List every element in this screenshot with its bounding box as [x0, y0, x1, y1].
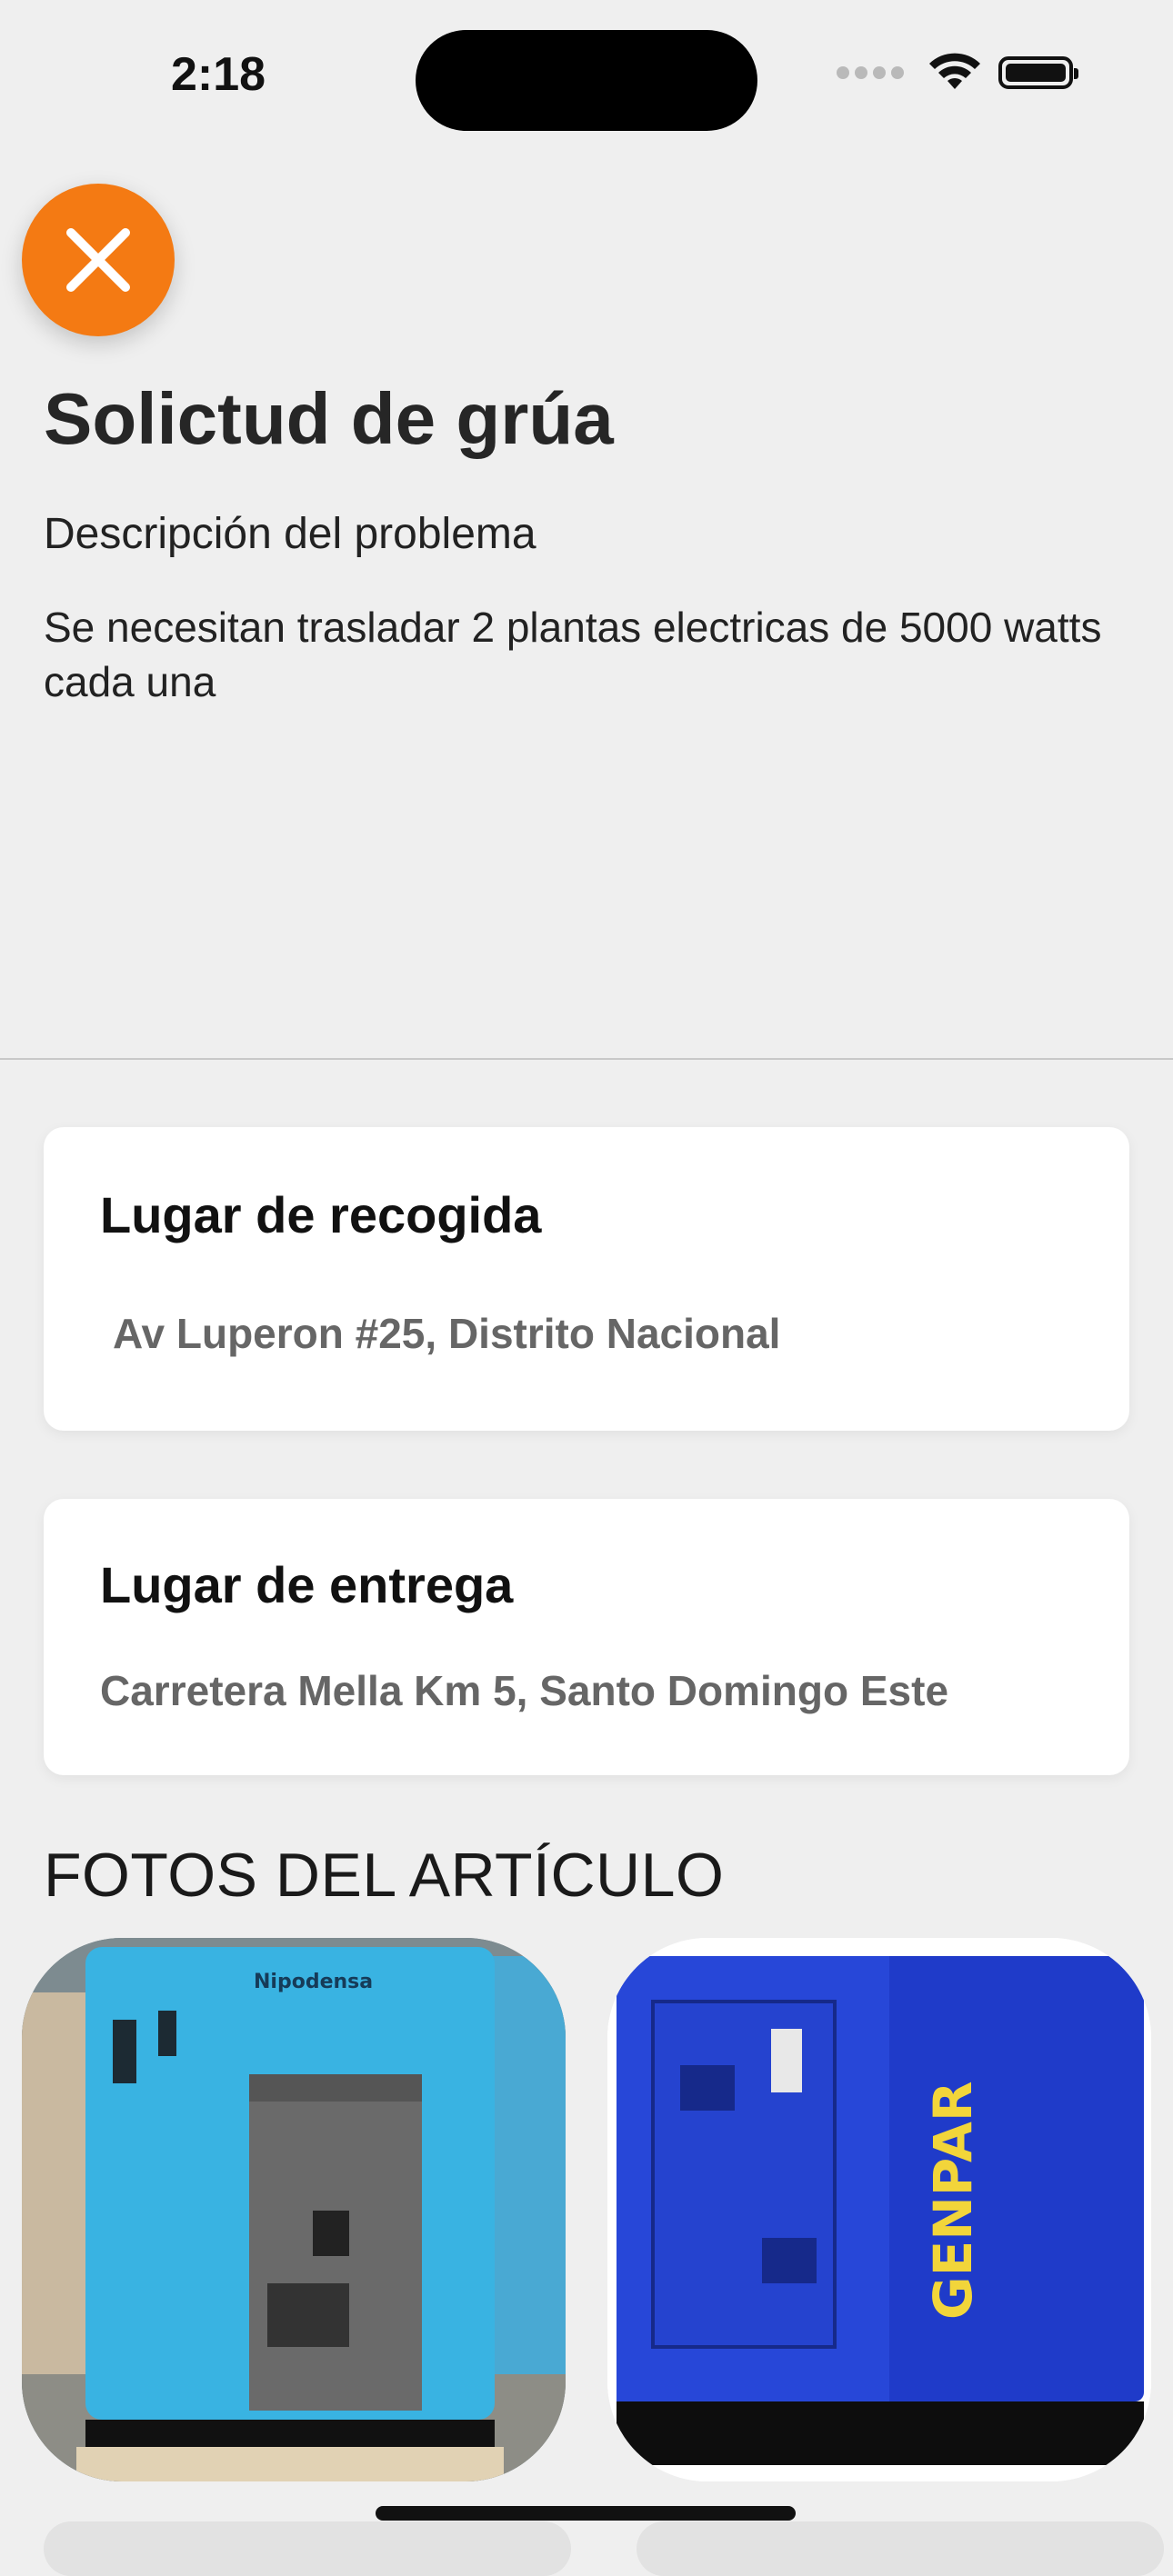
- close-button[interactable]: [22, 184, 175, 336]
- photo-1-brand: Nipodensa: [254, 1971, 373, 1993]
- description-label: Descripción del problema: [44, 510, 536, 558]
- delivery-card[interactable]: Lugar de entrega Carretera Mella Km 5, S…: [44, 1499, 1129, 1775]
- close-icon: [66, 228, 130, 292]
- page-title: Solictud de grúa: [44, 378, 614, 459]
- divider: [0, 1058, 1173, 1060]
- generator-image-1: Nipodensa: [22, 1938, 566, 2481]
- article-photo-2[interactable]: GENPAR: [607, 1938, 1151, 2481]
- photo-row-peek-1: [44, 2521, 571, 2576]
- description-text: Se necesitan trasladar 2 plantas electri…: [44, 604, 1102, 705]
- delivery-title: Lugar de entrega: [100, 1556, 514, 1613]
- status-icons: [837, 53, 1078, 93]
- photos-heading: FOTOS DEL ARTÍCULO: [44, 1841, 725, 1910]
- status-time: 2:18: [171, 48, 266, 101]
- pickup-card[interactable]: Lugar de recogida Av Luperon #25, Distri…: [44, 1127, 1129, 1431]
- dynamic-island: [416, 30, 757, 131]
- pickup-title: Lugar de recogida: [100, 1186, 542, 1243]
- generator-image-2: GENPAR: [607, 1938, 1151, 2481]
- article-photo-1[interactable]: Nipodensa: [22, 1938, 566, 2481]
- delivery-address: Carretera Mella Km 5, Santo Domingo Este: [100, 1667, 949, 1714]
- photo-2-brand: GENPAR: [922, 2081, 984, 2320]
- cellular-signal-icon: [837, 66, 904, 79]
- pickup-address: Av Luperon #25, Distrito Nacional: [113, 1310, 781, 1357]
- wifi-icon: [929, 53, 980, 89]
- home-indicator[interactable]: [376, 2506, 796, 2521]
- photo-row-peek-2: [637, 2521, 1164, 2576]
- battery-icon: [998, 56, 1078, 89]
